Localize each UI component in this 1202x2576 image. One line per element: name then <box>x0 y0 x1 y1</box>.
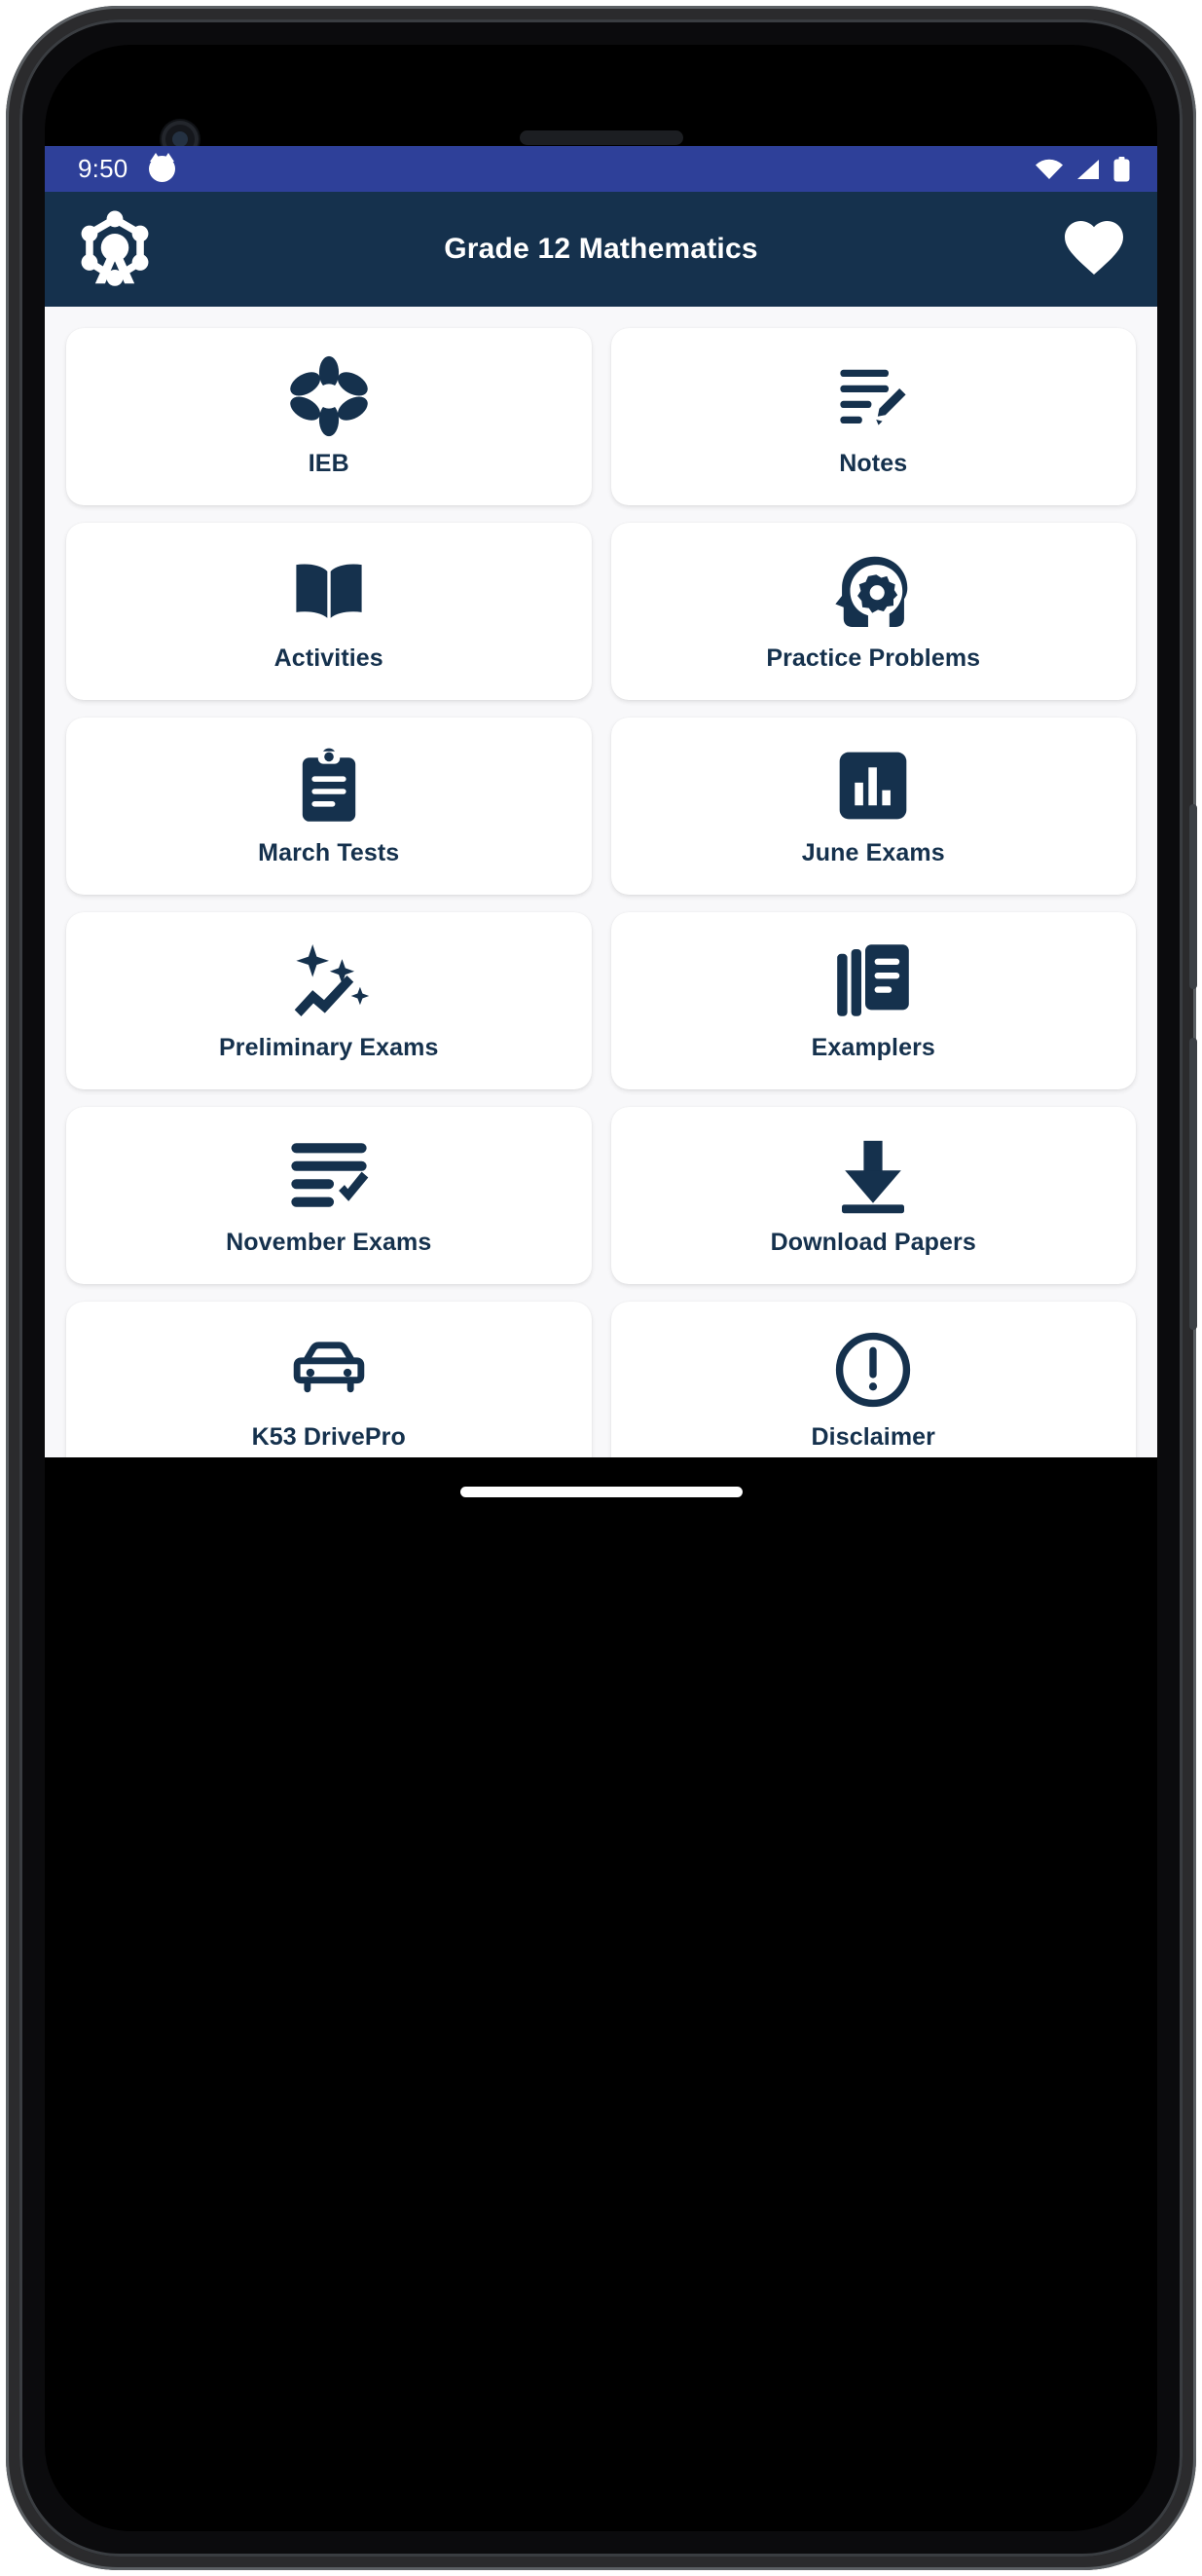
volume-button[interactable] <box>1189 1038 1197 1330</box>
battery-icon <box>1113 156 1130 182</box>
signal-icon <box>1075 159 1101 180</box>
grid-card-disclaimer[interactable]: Disclaimer <box>610 1302 1136 1457</box>
grid-card-examplers[interactable]: Examplers <box>610 912 1136 1089</box>
grid-card-label: Examplers <box>811 1034 935 1062</box>
exclamation-circle-icon <box>832 1329 914 1411</box>
front-camera-lens-inner <box>172 131 188 147</box>
grid-card-label: June Exams <box>801 839 945 867</box>
grid-card-label: Preliminary Exams <box>219 1034 439 1062</box>
sparkle-trend-icon <box>288 939 370 1021</box>
system-navigation-area <box>45 1457 1157 1574</box>
grid-card-ieb[interactable]: IEB <box>66 328 592 505</box>
grid-card-practice-problems[interactable]: Practice Problems <box>610 523 1136 700</box>
grid-card-label: Disclaimer <box>811 1423 935 1452</box>
grid-card-label: November Exams <box>226 1229 432 1257</box>
car-icon <box>288 1329 370 1411</box>
app-bar: Grade 12 Mathematics <box>45 192 1157 307</box>
grid-card-label: IEB <box>308 450 349 478</box>
grid-card-june-exams[interactable]: June Exams <box>610 718 1136 895</box>
grid-card-k53-drivepro[interactable]: K53 DrivePro <box>66 1302 592 1457</box>
grid-card-label: Download Papers <box>770 1229 976 1257</box>
grid-card-preliminary-exams[interactable]: Preliminary Exams <box>66 912 592 1089</box>
ferris-wheel-logo-icon[interactable] <box>74 208 156 290</box>
grid-card-label: Practice Problems <box>766 644 981 673</box>
phone-screen: 9:50 Grade 12 Mathematics IEB Notes Acti… <box>45 45 1157 2531</box>
favorite-button[interactable] <box>1056 211 1132 287</box>
wifi-icon <box>1036 159 1063 180</box>
grid-card-label: Activities <box>273 644 383 673</box>
page-title: Grade 12 Mathematics <box>444 233 758 265</box>
phone-frame: 9:50 Grade 12 Mathematics IEB Notes Acti… <box>6 6 1197 2570</box>
status-bar: 9:50 <box>45 146 1157 192</box>
download-icon <box>832 1134 914 1216</box>
grid-card-march-tests[interactable]: March Tests <box>66 718 592 895</box>
cat-notification-icon <box>149 153 176 182</box>
open-book-icon <box>288 550 370 632</box>
app-viewport: 9:50 Grade 12 Mathematics IEB Notes Acti… <box>45 146 1157 1457</box>
grid-card-download-papers[interactable]: Download Papers <box>610 1107 1136 1284</box>
bar-chart-icon <box>832 745 914 827</box>
earpiece-speaker <box>519 130 683 145</box>
notes-pencil-icon <box>832 355 914 437</box>
grid-card-label: K53 DrivePro <box>251 1423 406 1452</box>
head-gear-icon <box>832 550 914 632</box>
heart-filled-icon <box>1056 212 1132 287</box>
flower-icon <box>288 355 370 437</box>
grid-card-notes[interactable]: Notes <box>610 328 1136 505</box>
checklist-icon <box>288 1134 370 1216</box>
grid-card-activities[interactable]: Activities <box>66 523 592 700</box>
status-bar-icons <box>1036 156 1130 182</box>
phone-bezel: 9:50 Grade 12 Mathematics IEB Notes Acti… <box>19 19 1183 2557</box>
feature-grid: IEB Notes Activities Practice Problems M… <box>45 307 1157 1457</box>
documents-stack-icon <box>832 939 914 1021</box>
home-gesture-pill[interactable] <box>459 1487 743 1497</box>
grid-card-label: March Tests <box>258 839 400 867</box>
clipboard-icon <box>288 745 370 827</box>
grid-card-november-exams[interactable]: November Exams <box>66 1107 592 1284</box>
status-bar-clock: 9:50 <box>78 154 128 183</box>
power-button[interactable] <box>1189 804 1197 989</box>
grid-card-label: Notes <box>839 450 908 478</box>
